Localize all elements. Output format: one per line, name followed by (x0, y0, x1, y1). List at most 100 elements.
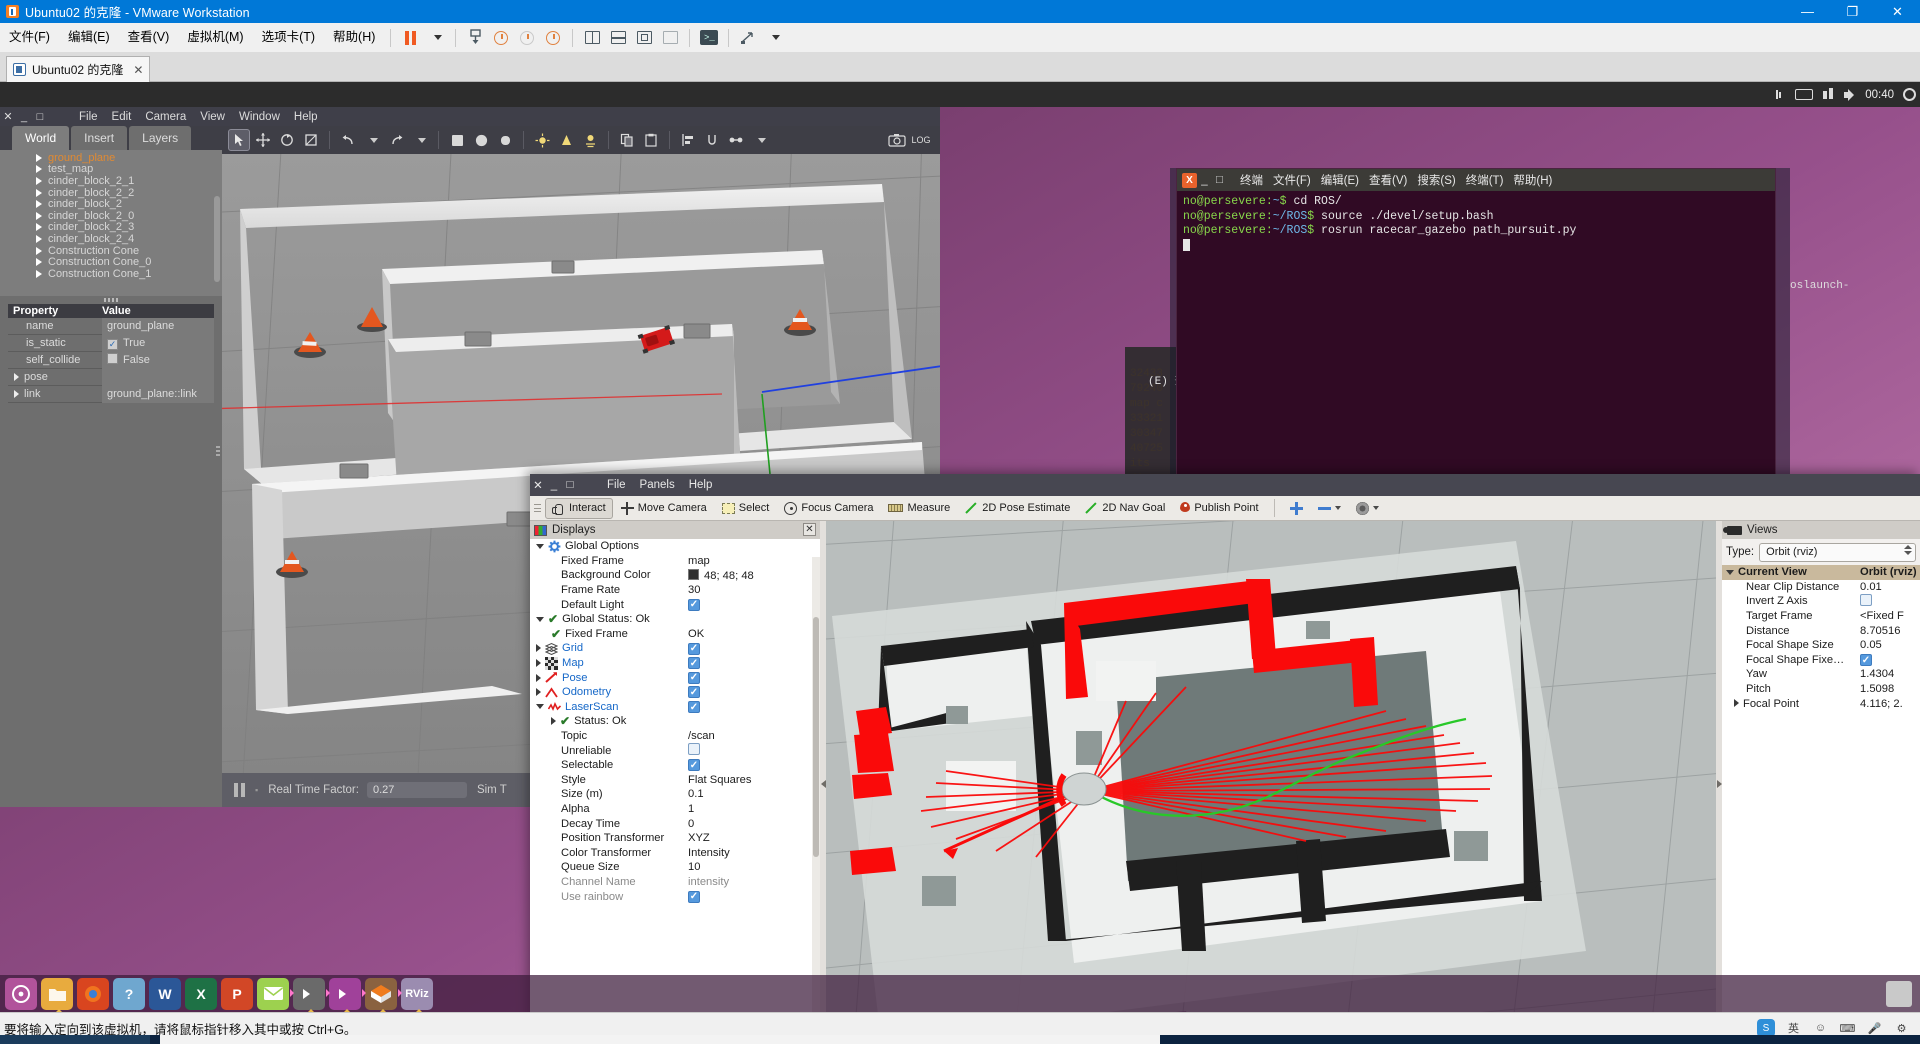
checkbox-checked-icon[interactable]: ✓ (688, 759, 700, 772)
terminal-menu-terminal[interactable]: 终端 (1235, 172, 1268, 188)
undo-dropdown-icon[interactable] (361, 129, 383, 151)
gazebo-menu-file[interactable]: File (72, 111, 105, 123)
terminal-menu-view[interactable]: 查看(V) (1364, 172, 1412, 188)
terminal-menu-help[interactable]: 帮助(H) (1508, 172, 1557, 188)
twisty-open-icon[interactable] (536, 704, 544, 710)
tree-item[interactable]: Construction Cone (0, 245, 222, 257)
chevron-right-icon[interactable] (14, 373, 19, 381)
menu-vm[interactable]: 虚拟机(M) (178, 23, 252, 52)
tool-measure[interactable]: Measure (881, 498, 957, 519)
tool-select[interactable]: Select (715, 498, 777, 519)
checkbox-checked-icon[interactable]: ✓ (107, 338, 118, 350)
tree-row[interactable]: Size (m) 0.1 (530, 787, 820, 802)
tree-row-pose[interactable]: Pose ✓ (530, 670, 820, 685)
launcher-mail[interactable] (257, 977, 289, 1010)
chevron-right-icon[interactable] (36, 211, 42, 220)
row-value[interactable]: ✓ (688, 642, 820, 655)
tree-row[interactable]: Unreliable (530, 743, 820, 758)
views-header-row[interactable]: Current View Orbit (rviz) (1722, 565, 1920, 580)
launcher-word[interactable]: W (149, 977, 181, 1010)
gazebo-minimize-icon[interactable]: _ (16, 111, 32, 123)
tray-indicator[interactable] (1886, 981, 1912, 1007)
chevron-right-icon[interactable] (14, 390, 19, 398)
chevron-right-icon[interactable] (36, 165, 42, 174)
checkbox-unchecked-icon[interactable] (688, 743, 700, 756)
terminal-maximize-icon[interactable]: □ (1212, 174, 1227, 186)
row-value[interactable]: Intensity (688, 847, 820, 859)
rviz-minimize-icon[interactable]: _ (546, 479, 562, 491)
snapshot-manager-icon[interactable] (462, 27, 488, 49)
tree-row[interactable]: Global Options (530, 539, 820, 554)
tree-item[interactable]: cinder_block_2 (0, 198, 222, 210)
network-icon[interactable] (1822, 88, 1835, 101)
pause-icon[interactable] (234, 783, 245, 797)
undo-icon[interactable] (337, 129, 359, 151)
row-value[interactable]: intensity (688, 876, 820, 888)
indicator-session-icon[interactable] (1771, 88, 1786, 101)
tree-row[interactable]: Background Color 48; 48; 48 (530, 568, 820, 583)
remove-tool-button[interactable] (1311, 498, 1348, 519)
twisty-open-icon[interactable] (536, 543, 544, 549)
rviz-menu-file[interactable]: File (600, 479, 633, 491)
suspend-button[interactable] (397, 27, 423, 49)
tree-row[interactable]: Position Transformer XYZ (530, 831, 820, 846)
twisty-closed-icon[interactable] (536, 659, 541, 668)
tree-item[interactable]: ground_plane (0, 152, 222, 164)
box-icon[interactable] (446, 129, 468, 151)
view-row[interactable]: Pitch 1.5098 (1722, 682, 1920, 697)
rviz-menu-help[interactable]: Help (682, 479, 720, 491)
terminal-menu-file[interactable]: 文件(F) (1268, 172, 1316, 188)
tool-publish-point[interactable]: Publish Point (1173, 498, 1265, 519)
translate-icon[interactable] (252, 129, 274, 151)
rviz-menu-panels[interactable]: Panels (633, 479, 682, 491)
power-dropdown[interactable] (423, 27, 449, 49)
joint-dropdown-icon[interactable] (749, 129, 771, 151)
launcher-gazebo[interactable] (362, 977, 397, 1012)
tree-row[interactable]: Fixed Frame map (530, 554, 820, 569)
terminal-close-icon[interactable]: X (1182, 172, 1197, 188)
view-type-select[interactable]: Orbit (rviz) (1759, 542, 1916, 562)
twisty-closed-icon[interactable] (1734, 698, 1739, 707)
launcher-excel[interactable]: X (185, 977, 217, 1010)
joint-icon[interactable] (725, 129, 747, 151)
menu-tabs[interactable]: 选项卡(T) (253, 23, 324, 52)
ime-mic-icon[interactable]: 🎤 (1866, 1020, 1883, 1037)
tree-item[interactable]: Construction Cone_1 (0, 268, 222, 280)
tree-row[interactable]: Topic /scan (530, 729, 820, 744)
launcher-ubuntu-dash[interactable] (5, 977, 37, 1010)
tree-row[interactable]: Default Light ✓ (530, 597, 820, 612)
show-console-icon[interactable] (605, 27, 631, 49)
copy-icon[interactable] (616, 129, 638, 151)
tree-item[interactable]: cinder_block_2_1 (0, 175, 222, 187)
tab-world[interactable]: World (12, 126, 70, 150)
property-key[interactable]: pose (8, 371, 102, 383)
row-value[interactable]: XYZ (688, 832, 820, 844)
gazebo-menu-help[interactable]: Help (287, 111, 325, 123)
take-snapshot-icon[interactable] (488, 27, 514, 49)
menu-help[interactable]: 帮助(H) (324, 23, 384, 52)
tree-item[interactable]: cinder_block_2_0 (0, 210, 222, 222)
tree-row-map[interactable]: Map ✓ (530, 656, 820, 671)
row-value[interactable]: ✓ (688, 671, 820, 684)
tree-row[interactable]: Decay Time 0 (530, 816, 820, 831)
tree-row[interactable]: Frame Rate 30 (530, 583, 820, 598)
property-row[interactable]: self_collide False (8, 351, 214, 369)
tool-2d-nav-goal[interactable]: 2D Nav Goal (1078, 498, 1172, 519)
row-value[interactable]: 30 (688, 584, 820, 596)
toolbar-grip[interactable] (534, 503, 541, 514)
checkbox-checked-icon[interactable]: ✓ (1860, 654, 1872, 667)
vm-tab[interactable]: Ubuntu02 的克隆 ✕ (6, 56, 151, 82)
checkbox-checked-icon[interactable]: ✓ (688, 657, 700, 670)
gazebo-world-tree[interactable]: ground_plane test_map cinder_block_2_1 c… (0, 150, 222, 296)
property-row[interactable]: link ground_plane::link (8, 385, 214, 403)
tool-move-camera[interactable]: Move Camera (614, 498, 714, 519)
vm-tab-close-icon[interactable]: ✕ (133, 63, 143, 77)
tree-row-laserscan[interactable]: LaserScan ✓ (530, 700, 820, 715)
launcher-files[interactable] (41, 977, 73, 1012)
view-row[interactable]: Distance 8.70516 (1722, 623, 1920, 638)
console-icon[interactable]: >_ (696, 27, 722, 49)
manage-snapshots-icon[interactable] (540, 27, 566, 49)
tree-item[interactable]: Construction Cone_0 (0, 256, 222, 268)
row-value[interactable]: 10 (688, 861, 820, 873)
view-row[interactable]: Target Frame <Fixed F (1722, 609, 1920, 624)
